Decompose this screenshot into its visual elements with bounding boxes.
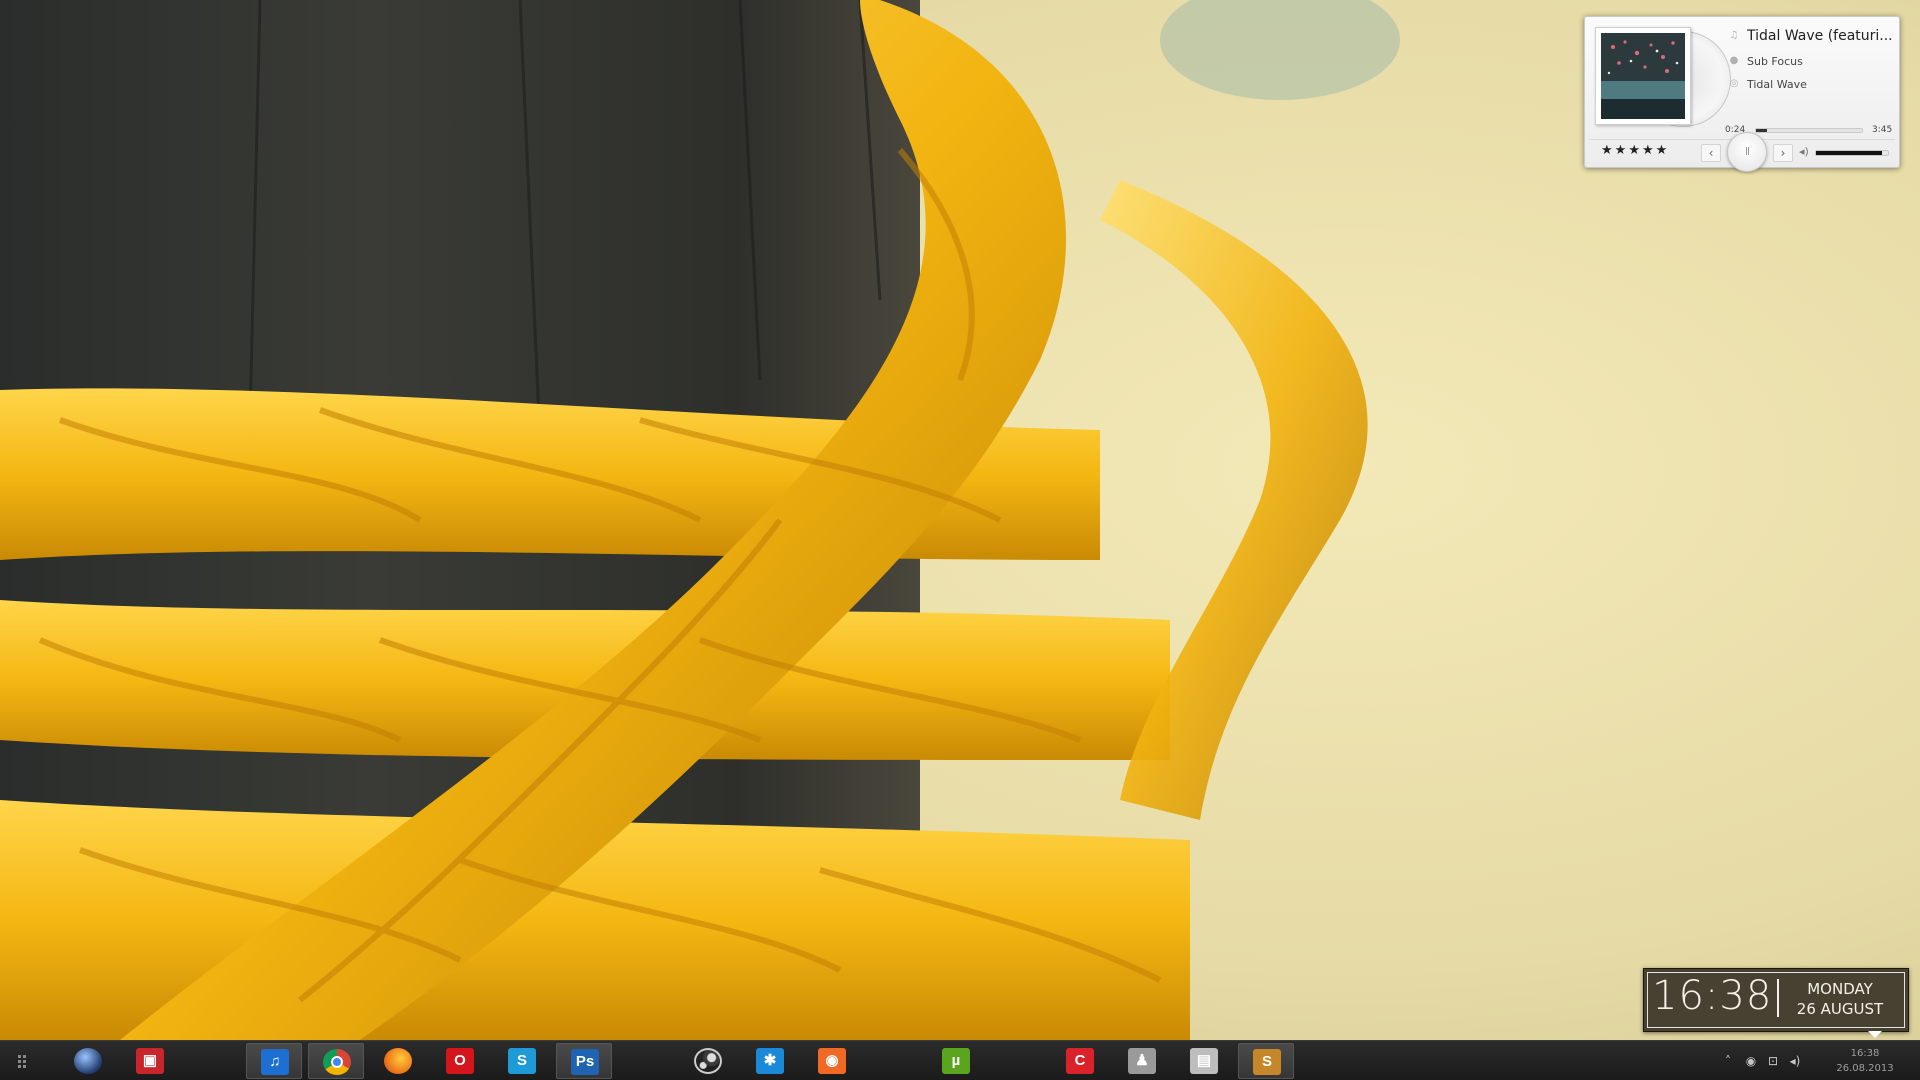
speaker-icon: ◂) [1799,145,1809,158]
ccleaner-icon: C [1066,1048,1094,1074]
photoshop-icon: Ps [571,1049,599,1075]
player-controls: ★ ★ ★ ★ ★ ‹ ll › ◂) [1589,132,1895,172]
network-icon[interactable]: ⊡ [1766,1054,1780,1068]
puzzle-icon: ✱ [756,1048,784,1074]
taskbar-button-puzzle[interactable]: ✱ [742,1043,798,1079]
track-title: Tidal Wave (featuri... [1747,28,1893,44]
rating-star[interactable]: ★ [1642,143,1654,159]
album-art-frame [1595,27,1731,133]
grid-dot [18,1065,21,1068]
track-title-row: ♫ Tidal Wave (featuri... [1729,27,1897,45]
taskbar-button-opera[interactable]: O [432,1043,488,1079]
rating-star[interactable]: ★ [1615,143,1627,159]
music-note-icon: ♫ [1729,30,1739,41]
start-button[interactable] [18,1055,32,1069]
taskbar: ▣ ♫ O S Ps ✱ ◉ µ C ♟ ▤ S ˄ ◉ ⊡ ◂) 16:38 … [0,1040,1920,1080]
grid-dot [23,1055,26,1058]
blue-orb-icon [74,1048,102,1074]
tray-expand-icon[interactable]: ˄ [1721,1054,1735,1068]
grid-dot [23,1065,26,1068]
pause-button[interactable]: ll [1727,132,1767,172]
disc-icon: ◎ [1729,78,1739,89]
volume-slider[interactable] [1815,150,1889,156]
volume-slider-fill [1816,151,1883,155]
taskbar-button-firefox[interactable] [370,1043,426,1079]
track-album: Tidal Wave [1747,77,1807,91]
utorrent-icon: µ [942,1048,970,1074]
taskbar-button-ccleaner[interactable]: C [1052,1043,1108,1079]
taskbar-button-user[interactable]: ♟ [1114,1043,1170,1079]
skype-icon: S [508,1048,536,1074]
taskbar-button-media[interactable]: ◉ [804,1043,860,1079]
sublime-icon: S [1253,1049,1281,1075]
previous-track-button[interactable]: ‹ [1701,144,1721,162]
next-track-button[interactable]: › [1773,144,1793,162]
steam-icon [694,1048,722,1074]
rating-stars[interactable]: ★ ★ ★ ★ ★ [1601,143,1667,159]
seek-bar-fill [1756,129,1768,132]
tray-time: 16:38 [1850,1048,1880,1059]
clock-day: MONDAY [1807,980,1873,998]
taskbar-button-video[interactable]: ▣ [122,1043,178,1079]
volume-icon[interactable]: ◂) [1788,1054,1802,1068]
user-icon: ♟ [1128,1048,1156,1074]
firefox-icon [384,1048,412,1074]
seek-bar[interactable] [1755,128,1863,133]
taskbar-button-sublime[interactable]: S [1238,1043,1294,1079]
grid-dot [18,1060,21,1063]
taskbar-button-itunes[interactable]: ♫ [246,1043,302,1079]
video-icon: ▣ [136,1048,164,1074]
taskbar-button-photoshop[interactable]: Ps [556,1043,612,1079]
taskbar-button-orb[interactable] [60,1043,116,1079]
grid-dot [18,1055,21,1058]
archive-icon: ▤ [1190,1048,1218,1074]
music-player-widget: ♫ Tidal Wave (featuri... ● Sub Focus ◎ T… [1584,16,1900,172]
taskbar-button-skype[interactable]: S [494,1043,550,1079]
taskbar-button-archive[interactable]: ▤ [1176,1043,1232,1079]
track-artist-row: ● Sub Focus [1729,52,1897,70]
tray-date: 26.08.2013 [1836,1063,1894,1074]
track-album-row: ◎ Tidal Wave [1729,75,1897,93]
grid-dot [23,1060,26,1063]
rating-star[interactable]: ★ [1656,143,1668,159]
total-time: 3:45 [1872,125,1893,135]
rating-star[interactable]: ★ [1601,143,1613,159]
globe-icon[interactable]: ◉ [1744,1054,1758,1068]
clock-pointer [1868,1031,1882,1038]
media-icon: ◉ [818,1048,846,1074]
itunes-icon: ♫ [261,1049,289,1075]
taskbar-button-chrome[interactable] [308,1043,364,1079]
album-art[interactable] [1595,27,1691,125]
clock-widget: 16:38 MONDAY 26 AUGUST [1643,968,1909,1038]
rating-star[interactable]: ★ [1628,143,1640,159]
person-icon: ● [1729,55,1739,66]
track-artist: Sub Focus [1747,54,1803,68]
taskbar-button-utorrent[interactable]: µ [928,1043,984,1079]
taskbar-button-steam[interactable] [680,1043,736,1079]
clock-date: 26 AUGUST [1796,1000,1884,1018]
chrome-icon [323,1049,351,1075]
clock-time: 16:38 [1652,973,1773,1019]
tray-clock[interactable]: 16:38 26.08.2013 [1830,1046,1900,1076]
opera-icon: O [446,1048,474,1074]
clock-divider [1777,979,1779,1017]
